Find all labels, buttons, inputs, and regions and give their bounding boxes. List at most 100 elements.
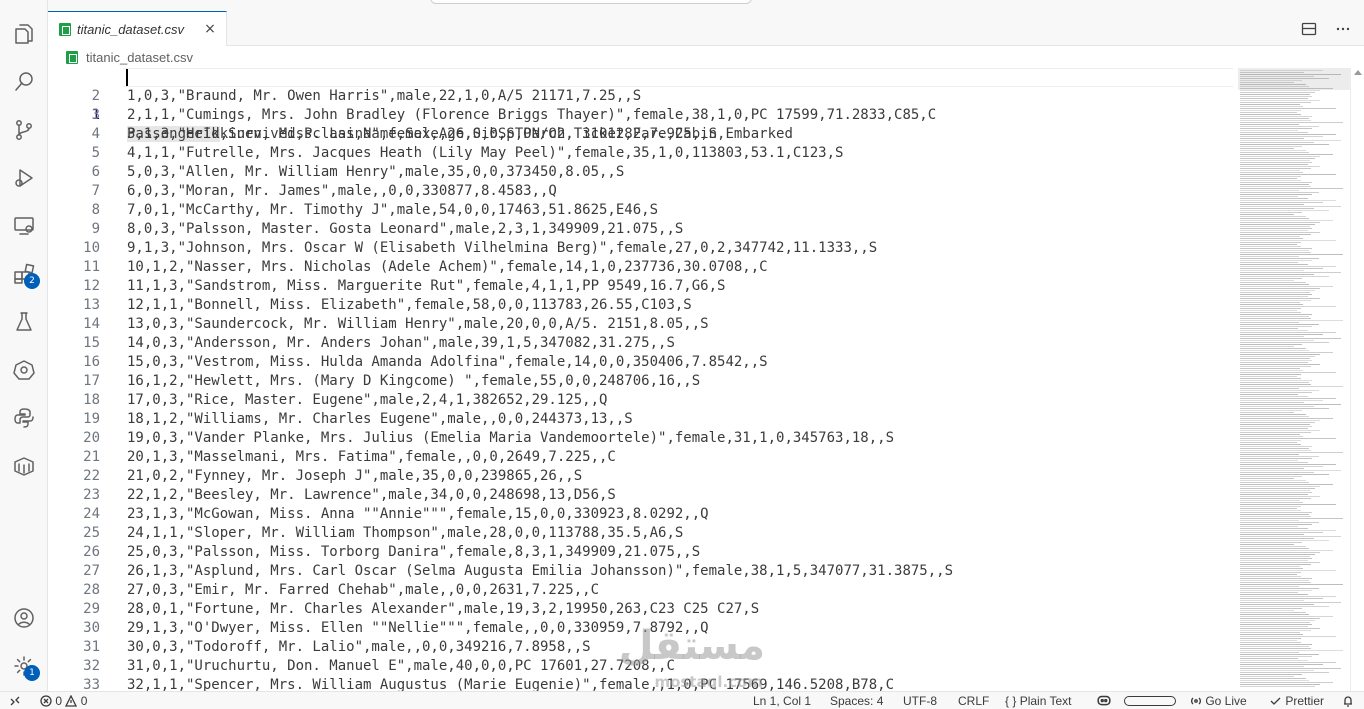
line-number: 10 (83, 240, 100, 256)
breadcrumb-file[interactable]: titanic_dataset.csv (86, 50, 193, 65)
close-icon[interactable]: × (202, 21, 218, 37)
minimap[interactable] (1238, 68, 1350, 691)
minimap-line (1240, 336, 1305, 337)
search-icon[interactable] (0, 62, 48, 102)
minimap-line (1240, 570, 1336, 571)
minimap-line (1240, 302, 1300, 303)
minimap-line (1240, 216, 1307, 217)
minimap-line (1240, 308, 1301, 309)
minimap-line (1240, 484, 1334, 485)
testing-icon[interactable] (0, 302, 48, 342)
go-live-button[interactable]: Go Live (1190, 692, 1247, 709)
remote-indicator-icon[interactable] (9, 692, 21, 709)
accounts-icon[interactable] (0, 598, 48, 638)
minimap-line (1240, 146, 1302, 147)
minimap-line (1240, 328, 1298, 329)
extensions-icon[interactable]: 2 (0, 254, 48, 294)
minimap-line (1240, 600, 1305, 601)
line-number: 4 (91, 126, 100, 142)
minimap-line (1240, 392, 1313, 393)
explorer-icon[interactable] (0, 14, 48, 54)
source-control-icon[interactable] (0, 110, 48, 150)
minimap-line (1240, 458, 1313, 459)
split-editor-icon[interactable] (1296, 16, 1322, 42)
language-label: Plain Text (1019, 694, 1072, 708)
minimap-line (1240, 236, 1300, 237)
language-mode[interactable]: { } Plain Text (1005, 692, 1072, 709)
minimap-line (1240, 424, 1311, 425)
minimap-line (1240, 96, 1313, 97)
minimap-line (1240, 178, 1297, 179)
minimap-line (1240, 674, 1302, 675)
manage-gear-icon[interactable]: 1 (0, 646, 48, 686)
minimap-line (1240, 338, 1341, 339)
minimap-line (1240, 556, 1311, 557)
minimap-line (1240, 264, 1309, 265)
minimap-line (1240, 474, 1330, 475)
line-text: 5,0,3,"Allen, Mr. William Henry",male,35… (127, 164, 625, 180)
minimap-line (1240, 354, 1320, 355)
encoding[interactable]: UTF-8 (903, 692, 937, 709)
minimap-line (1240, 602, 1341, 603)
end-of-line[interactable]: CRLF (958, 692, 989, 709)
minimap-line (1240, 324, 1319, 325)
minimap-line (1240, 522, 1319, 523)
minimap-line (1240, 426, 1313, 427)
minimap-line (1240, 126, 1319, 127)
cursor-position[interactable]: Ln 1, Col 1 (753, 692, 811, 709)
minimap-line (1240, 530, 1336, 531)
minimap-line (1240, 160, 1311, 161)
line-number: 12 (83, 278, 100, 294)
minimap-line (1240, 82, 1294, 83)
minimap-line (1240, 434, 1300, 435)
tab-titanic-dataset[interactable]: titanic_dataset.csv × (48, 11, 227, 46)
minimap-line (1240, 502, 1303, 503)
problems-indicator[interactable]: 0 0 (40, 692, 87, 709)
minimap-line (1240, 312, 1301, 313)
kubernetes-icon[interactable] (0, 350, 48, 390)
status-toggle[interactable] (1124, 696, 1176, 706)
minimap-line (1240, 680, 1310, 681)
line-number: 30 (83, 620, 100, 636)
minimap-line (1240, 586, 1299, 587)
minimap-line (1240, 622, 1311, 623)
editor-line: 16 15,0,3,"Vestrom, Miss. Hulda Amanda Ad… (48, 353, 1236, 372)
minimap-line (1240, 316, 1310, 317)
minimap-line (1240, 258, 1319, 259)
minimap-line (1240, 284, 1310, 285)
minimap-line (1240, 150, 1307, 151)
minimap-line (1240, 110, 1301, 111)
line-text: 28,0,1,"Fortune, Mr. Charles Alexander",… (127, 601, 760, 617)
minimap-line (1240, 142, 1314, 143)
minimap-line (1240, 660, 1309, 661)
line-text: 32,1,1,"Spencer, Mrs. William Augustus (… (127, 677, 895, 691)
prettier-button[interactable]: Prettier (1270, 692, 1324, 709)
run-debug-icon[interactable] (0, 158, 48, 198)
remote-explorer-icon[interactable] (0, 206, 48, 246)
editor-line: 6 5,0,3,"Allen, Mr. William Henry",male,3… (48, 163, 1236, 182)
vertical-scrollbar[interactable] (1350, 68, 1364, 691)
minimap-line (1240, 148, 1294, 149)
minimap-line (1240, 366, 1312, 367)
minimap-line (1240, 356, 1315, 357)
editor-line: 8 7,0,1,"McCarthy, Mr. Timothy J",male,54… (48, 201, 1236, 220)
scroll-up-arrow[interactable] (1354, 70, 1362, 75)
line-number: 13 (83, 297, 100, 313)
minimap-line (1240, 106, 1303, 107)
python-icon[interactable] (0, 398, 48, 438)
minimap-line (1240, 370, 1303, 371)
minimap-line (1240, 184, 1310, 185)
minimap-line (1240, 482, 1310, 483)
more-actions-icon[interactable] (1330, 16, 1356, 42)
minimap-line (1240, 104, 1300, 105)
indentation[interactable]: Spaces: 4 (830, 692, 883, 709)
minimap-line (1240, 394, 1298, 395)
copilot-icon[interactable] (1097, 692, 1111, 709)
minimap-line (1240, 652, 1299, 653)
command-center[interactable] (430, 0, 752, 4)
minimap-line (1240, 294, 1313, 295)
notifications-bell-icon[interactable] (1342, 692, 1354, 709)
editor-tab-bar: titanic_dataset.csv × (48, 11, 1364, 46)
code-editor[interactable]: 1 PassengerId,Survived,Pclass,Name,Sex,A… (48, 68, 1236, 691)
docker-containers-icon[interactable] (0, 446, 48, 486)
